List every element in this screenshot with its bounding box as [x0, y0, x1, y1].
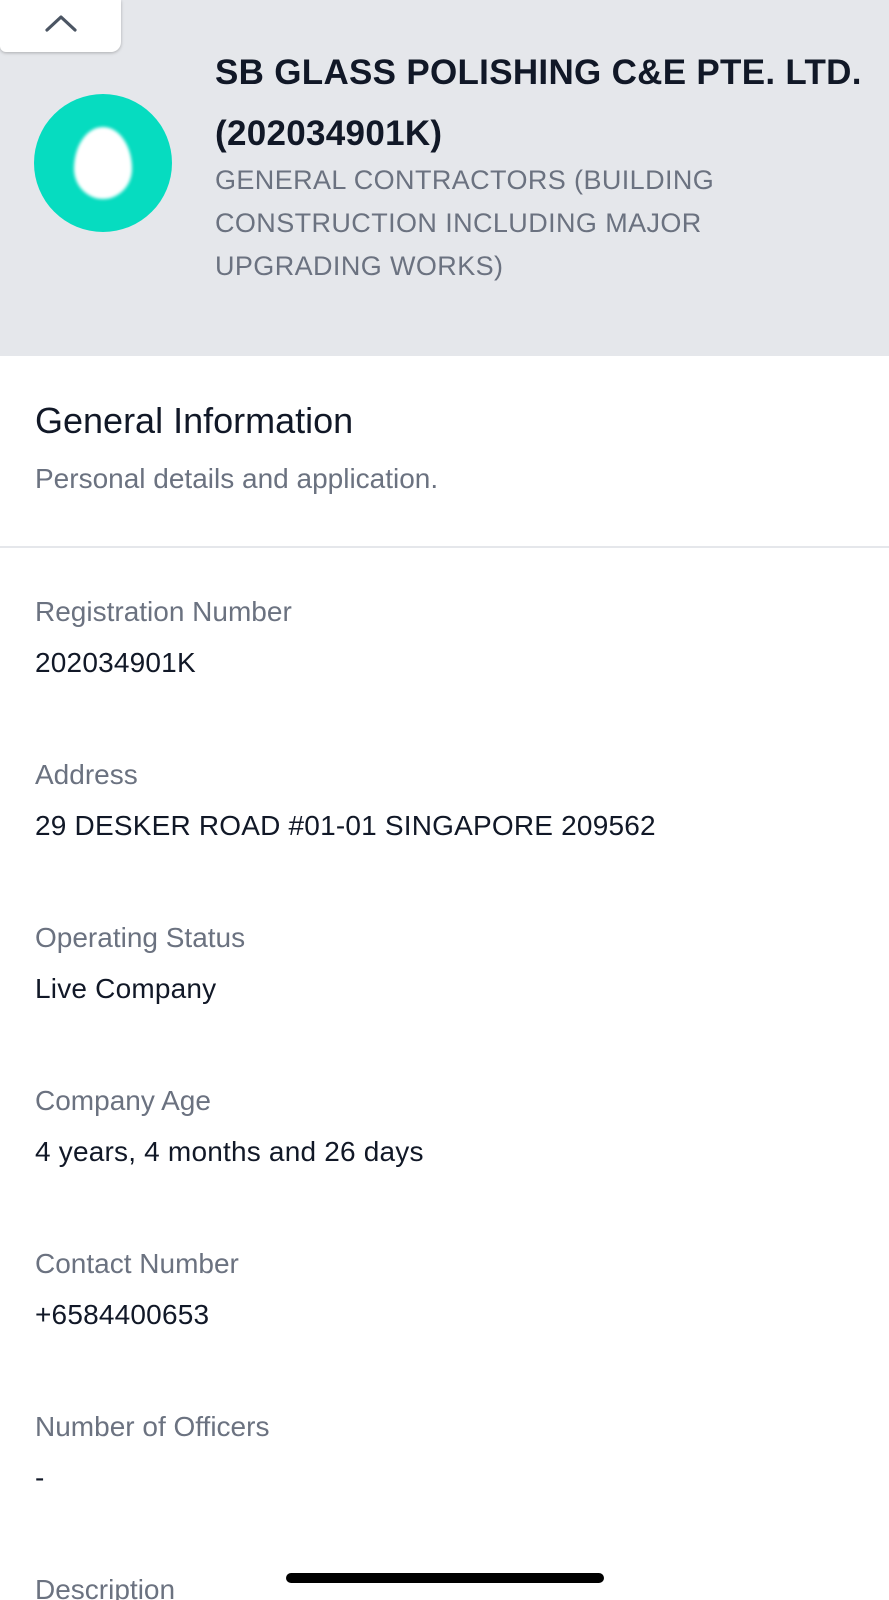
- company-name: SB GLASS POLISHING C&E PTE. LTD. (202034…: [215, 53, 862, 153]
- number-of-officers-label: Number of Officers: [35, 1411, 270, 1442]
- description-label: Description: [35, 1574, 176, 1600]
- home-indicator[interactable]: [286, 1573, 604, 1583]
- section-subtitle: Personal details and application.: [35, 463, 439, 494]
- number-of-officers-value: -: [35, 1462, 45, 1493]
- section-title: General Information: [35, 400, 354, 441]
- address-value: 29 DESKER ROAD #01-01 SINGAPORE 209562: [35, 810, 656, 841]
- company-age-label: Company Age: [35, 1085, 211, 1116]
- contact-number-label: Contact Number: [35, 1248, 239, 1279]
- collapse-button[interactable]: [0, 0, 121, 52]
- company-detail-page: SB GLASS POLISHING C&E PTE. LTD. (202034…: [0, 0, 889, 1600]
- chevron-up-icon: [44, 15, 77, 32]
- registration-number-label: Registration Number: [35, 596, 292, 627]
- company-header: SB GLASS POLISHING C&E PTE. LTD. (202034…: [0, 0, 889, 356]
- registration-number-value: 202034901K: [35, 647, 196, 678]
- contact-number-value[interactable]: +6584400653: [35, 1299, 209, 1331]
- operating-status-value: Live Company: [35, 973, 217, 1004]
- operating-status-label: Operating Status: [35, 922, 246, 953]
- company-age-value: 4 years, 4 months and 26 days: [35, 1136, 424, 1167]
- address-label: Address: [35, 759, 138, 790]
- egg-icon: [74, 127, 132, 199]
- company-logo: [34, 94, 172, 232]
- company-category: GENERAL CONTRACTORS (BUILDING CONSTRUCTI…: [215, 165, 715, 281]
- section-divider: [0, 546, 889, 548]
